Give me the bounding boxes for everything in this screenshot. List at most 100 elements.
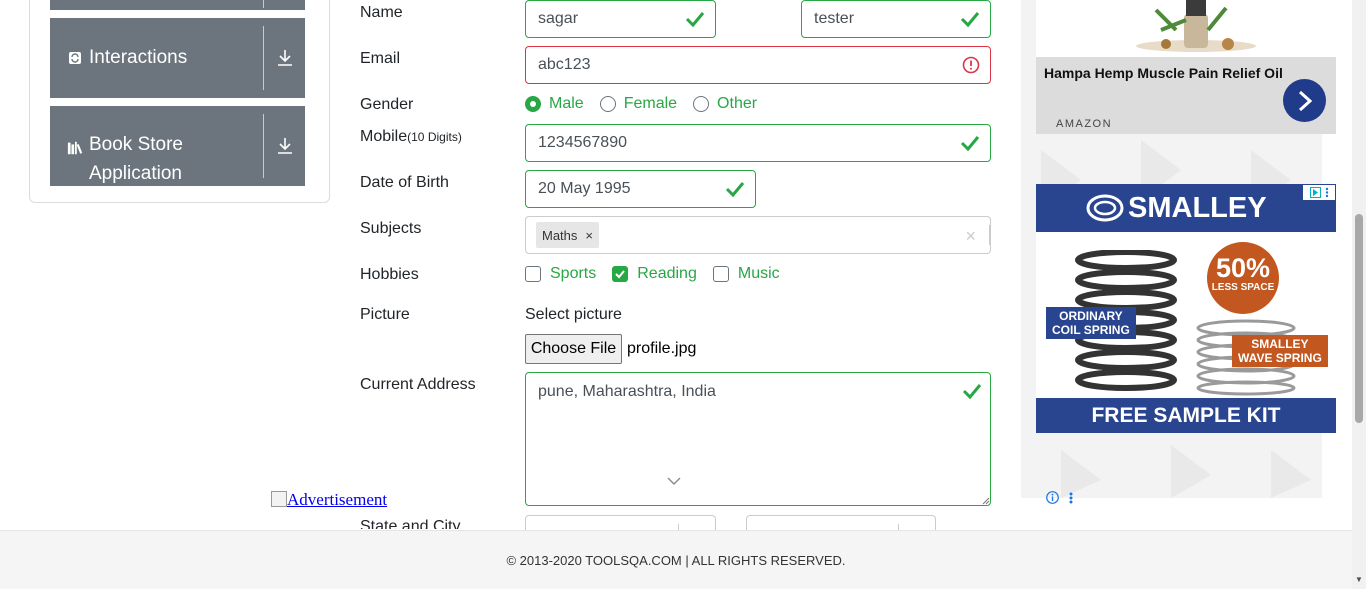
hobbies-group: Sports Reading Music — [525, 265, 796, 283]
choose-file-button[interactable]: Choose File — [525, 334, 622, 364]
name-label: Name — [360, 4, 403, 21]
sidebar-item-book-store[interactable]: Book Store Application — [50, 106, 305, 186]
check-icon — [725, 182, 745, 198]
mobile-hint: (10 Digits) — [407, 130, 462, 144]
ad-title: Hampa Hemp Muscle Pain Relief Oil — [1044, 65, 1283, 81]
sidebar-top-divider — [263, 0, 305, 8]
resize-handle-icon[interactable] — [981, 496, 990, 505]
hobby-sports-label: Sports — [550, 265, 597, 282]
advertisement-link[interactable]: Advertisement — [271, 490, 387, 510]
radio-female[interactable] — [599, 96, 616, 112]
subjects-divider — [989, 225, 990, 245]
hobby-music-option[interactable]: Music — [712, 265, 780, 283]
wave-line1: SMALLEY — [1251, 337, 1309, 351]
broken-image-icon — [271, 491, 287, 507]
wave-label: SMALLEY WAVE SPRING — [1232, 335, 1328, 367]
remove-tag-icon[interactable]: × — [585, 228, 593, 243]
mobile-input[interactable]: 1234567890 — [525, 124, 991, 162]
vertical-scrollbar[interactable]: ▼ — [1352, 0, 1366, 589]
radio-male[interactable] — [525, 96, 541, 112]
check-icon — [685, 12, 705, 28]
download-icon[interactable] — [263, 26, 305, 90]
ad-smalley[interactable]: SMALLEY 50% LESS SPACE ORDINARY COIL SPR… — [1036, 184, 1336, 433]
ordinary-label: ORDINARY COIL SPRING — [1046, 307, 1136, 339]
hobbies-label: Hobbies — [360, 266, 419, 283]
mobile-label: Mobile(10 Digits) — [360, 128, 462, 146]
sidebar-item-label-line1: Book Store — [89, 134, 183, 155]
scroll-down-icon[interactable]: ▼ — [1355, 575, 1363, 584]
adchoices-icon[interactable] — [1303, 185, 1335, 200]
error-icon — [962, 56, 980, 74]
advertisement-link-text: Advertisement — [287, 490, 388, 509]
email-input[interactable]: abc123 — [525, 46, 991, 84]
subjects-label: Subjects — [360, 220, 422, 237]
gender-label: Gender — [360, 96, 414, 113]
checkbox-music[interactable] — [712, 266, 729, 282]
interactions-icon — [67, 50, 83, 66]
bookstore-icon — [67, 140, 83, 156]
check-icon — [962, 384, 982, 400]
check-icon — [960, 12, 980, 28]
hobby-music-label: Music — [737, 265, 780, 282]
discount-badge: 50% LESS SPACE — [1207, 242, 1279, 314]
sidebar-item-label-line2: Application — [89, 163, 182, 184]
last-name-input[interactable]: tester — [801, 0, 991, 38]
first-name-value: sagar — [538, 10, 579, 27]
subject-tag-label: Maths — [542, 227, 578, 243]
dob-value: 20 May 1995 — [538, 180, 631, 197]
radio-other[interactable] — [693, 96, 710, 112]
ad-brand: AMAZON — [1056, 118, 1113, 130]
sidebar-item-interactions[interactable]: Interactions — [50, 18, 305, 98]
state-city-label: State and City — [360, 518, 461, 529]
dob-label: Date of Birth — [360, 174, 449, 191]
first-name-input[interactable]: sagar — [525, 0, 716, 38]
check-icon — [960, 136, 980, 152]
more-options-icon[interactable] — [1069, 492, 1073, 504]
checkbox-reading[interactable] — [612, 266, 629, 282]
select-picture-text: Select picture — [525, 306, 622, 323]
chevron-right-icon[interactable] — [1283, 79, 1326, 122]
ad-header: SMALLEY — [1036, 184, 1336, 232]
smalley-logo-icon — [1086, 194, 1124, 222]
mobile-label-text: Mobile — [360, 128, 408, 145]
download-icon[interactable] — [263, 114, 305, 178]
ad-brand: SMALLEY — [1128, 191, 1267, 224]
gender-male-option[interactable]: Male — [525, 95, 584, 113]
city-select[interactable] — [746, 515, 936, 531]
ad-hemp-oil[interactable]: Hampa Hemp Muscle Pain Relief Oil AMAZON — [1036, 0, 1336, 134]
chevron-down-icon — [667, 477, 681, 485]
ad-cta: FREE SAMPLE KIT — [1036, 398, 1336, 433]
address-label: Current Address — [360, 376, 476, 393]
footer: © 2013-2020 TOOLSQA.COM | ALL RIGHTS RES… — [0, 530, 1352, 589]
hobby-sports-option[interactable]: Sports — [525, 265, 596, 283]
product-image — [1036, 0, 1336, 57]
gender-female-label: Female — [623, 95, 678, 112]
last-name-value: tester — [814, 10, 855, 27]
gender-female-option[interactable]: Female — [599, 95, 678, 113]
hobby-reading-option[interactable]: Reading — [612, 265, 697, 283]
ordinary-line1: ORDINARY — [1059, 309, 1123, 323]
badge-percent: 50% — [1215, 253, 1271, 283]
email-value: abc123 — [538, 56, 591, 73]
dob-input[interactable]: 20 May 1995 — [525, 170, 756, 208]
badge-text: LESS SPACE — [1211, 282, 1275, 293]
checkbox-sports[interactable] — [525, 266, 541, 282]
page: Interactions Book Store Application Name… — [0, 0, 1366, 589]
file-name: profile.jpg — [627, 340, 697, 357]
sidebar-item-label: Interactions — [89, 47, 188, 68]
subject-tag-maths: Maths × — [536, 222, 599, 248]
gender-other-option[interactable]: Other — [693, 95, 757, 113]
info-icon[interactable] — [1046, 491, 1059, 504]
mobile-value: 1234567890 — [538, 134, 627, 151]
ad-info-row — [1046, 491, 1073, 504]
ordinary-line2: COIL SPRING — [1052, 323, 1130, 337]
wave-line2: WAVE SPRING — [1238, 351, 1322, 365]
state-select[interactable] — [525, 515, 716, 531]
hobby-reading-label: Reading — [637, 265, 697, 282]
current-address-textarea[interactable] — [525, 372, 991, 506]
scrollbar-thumb[interactable] — [1355, 214, 1363, 423]
sidebar-top-remnant[interactable] — [50, 0, 305, 10]
gender-other-label: Other — [717, 95, 758, 112]
picture-label: Picture — [360, 306, 410, 323]
clear-subjects-icon[interactable]: × — [965, 226, 976, 247]
